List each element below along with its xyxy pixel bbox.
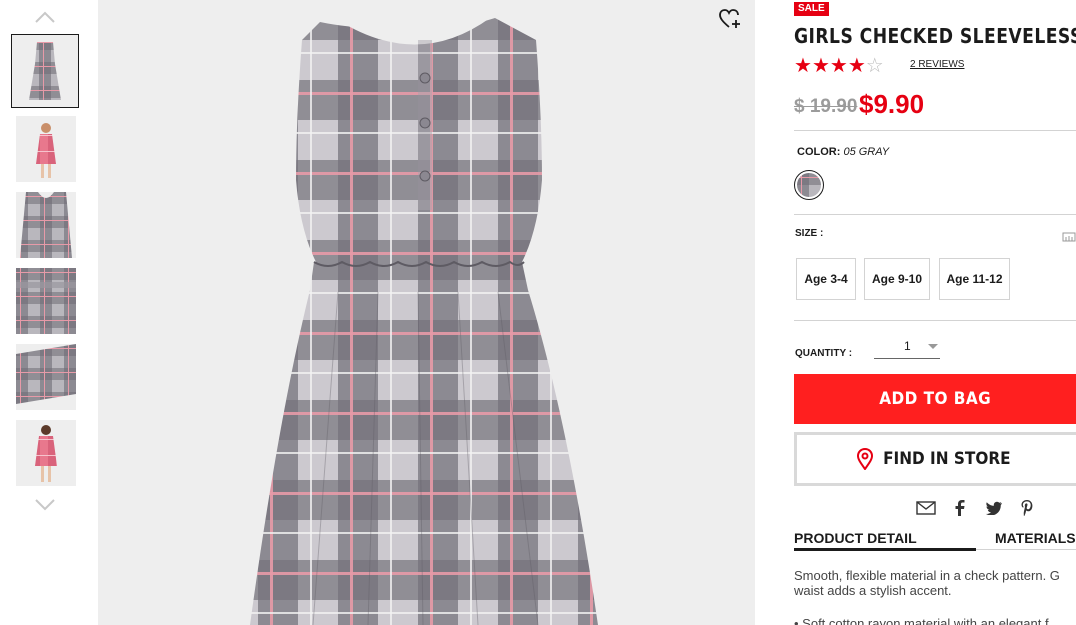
color-label-text: COLOR:: [797, 146, 841, 158]
heart-plus-icon[interactable]: [718, 8, 742, 30]
quantity-select[interactable]: 1: [874, 334, 940, 359]
twitter-icon[interactable]: [984, 498, 1004, 518]
thumbnail-back[interactable]: [16, 192, 76, 258]
find-in-store-label: FIND IN STORE: [883, 449, 1011, 469]
size-option-age-11-12[interactable]: Age 11-12: [939, 258, 1010, 300]
star-icon: ★: [829, 55, 848, 77]
sale-price: $9.90: [859, 89, 925, 119]
divider: [794, 320, 1076, 321]
chevron-up-icon[interactable]: [34, 10, 56, 24]
thumbnail-front[interactable]: [11, 34, 79, 108]
color-value: 05 GRAY: [843, 146, 890, 158]
quantity-label: QUANTITY :: [795, 348, 853, 359]
size-option-age-3-4[interactable]: Age 3-4: [796, 258, 856, 300]
original-price: $ 19.90: [794, 96, 858, 117]
chevron-down-icon[interactable]: [34, 498, 56, 512]
product-main-image[interactable]: [98, 0, 755, 625]
tab-materials[interactable]: MATERIALS: [995, 530, 1076, 546]
mail-icon[interactable]: [916, 498, 936, 518]
add-to-bag-button[interactable]: ADD TO BAG: [794, 374, 1076, 424]
thumbnail-model[interactable]: [16, 116, 76, 182]
facebook-icon[interactable]: [950, 498, 970, 518]
thumbnail-hem-detail[interactable]: [16, 344, 76, 410]
star-icon: ★: [811, 55, 830, 77]
add-to-bag-label: ADD TO BAG: [879, 389, 991, 409]
size-guide-icon[interactable]: [1062, 230, 1076, 242]
quantity-value: 1: [904, 339, 911, 353]
star-empty-icon: ☆: [865, 55, 884, 77]
thumbnail-gallery: [0, 0, 98, 625]
star-icon: ★: [794, 55, 812, 77]
divider: [794, 130, 1076, 131]
caret-down-icon: [928, 344, 938, 349]
location-pin-icon: [856, 447, 874, 475]
size-label: SIZE :: [795, 228, 824, 239]
pinterest-icon[interactable]: [1017, 498, 1037, 518]
product-info-panel: SALE GIRLS CHECKED SLEEVELESS DRESS ★★★★…: [794, 0, 1076, 625]
tab-divider: [976, 549, 1076, 550]
reviews-link[interactable]: 2 REVIEWS: [910, 59, 964, 70]
tab-product-detail[interactable]: PRODUCT DETAIL: [794, 530, 917, 546]
color-label: COLOR: 05 GRAY: [797, 146, 889, 158]
description-line-1: Smooth, flexible material in a check pat…: [794, 568, 1060, 583]
description-bullet: • Soft cotton rayon material with an ele…: [794, 616, 1049, 625]
find-in-store-button[interactable]: FIND IN STORE: [794, 432, 1076, 486]
star-icon: ★: [847, 55, 866, 77]
product-title: GIRLS CHECKED SLEEVELESS DRESS: [794, 24, 1076, 48]
size-option-age-9-10[interactable]: Age 9-10: [864, 258, 930, 300]
description-line-2: waist adds a stylish accent.: [794, 583, 952, 598]
active-tab-indicator: [794, 548, 976, 551]
sale-badge: SALE: [794, 2, 829, 16]
color-swatch-gray[interactable]: [794, 170, 824, 200]
thumbnail-model-back[interactable]: [16, 420, 76, 486]
dress-image: [250, 18, 598, 625]
product-description: Smooth, flexible material in a check pat…: [794, 568, 1076, 598]
thumbnail-skirt-detail[interactable]: [16, 268, 76, 334]
rating-stars: ★★★★☆: [794, 56, 884, 76]
divider: [794, 214, 1076, 215]
